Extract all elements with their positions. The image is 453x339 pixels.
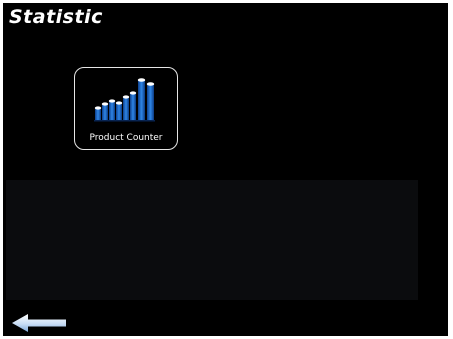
bar-chart-icon: [94, 78, 155, 122]
tile-label: Product Counter: [89, 133, 163, 143]
statistic-screen: Statistic Product Counter: [3, 3, 448, 336]
page-title: Statistic: [9, 6, 103, 28]
product-counter-tile[interactable]: Product Counter: [74, 67, 178, 150]
back-arrow-icon[interactable]: [11, 313, 67, 333]
info-panel: [6, 180, 418, 300]
